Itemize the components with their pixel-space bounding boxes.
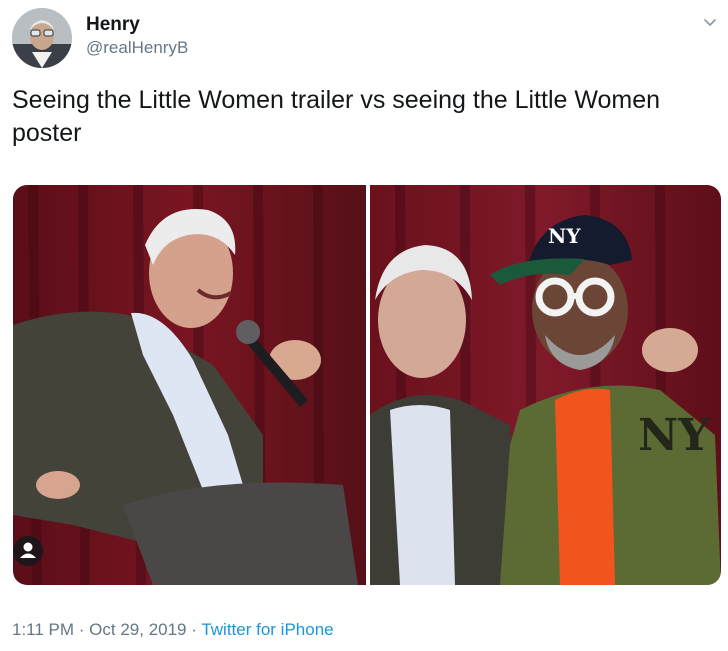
- tweet-time[interactable]: 1:11 PM: [12, 620, 74, 639]
- avatar-image: [12, 8, 72, 68]
- tweet-meta: 1:11 PM · Oct 29, 2019 · Twitter for iPh…: [12, 619, 334, 641]
- tweet-date[interactable]: Oct 29, 2019: [89, 620, 186, 639]
- photo-right[interactable]: NY NY: [370, 185, 721, 585]
- photo-left[interactable]: [13, 185, 366, 585]
- avatar[interactable]: [12, 8, 72, 68]
- tweet-source-link[interactable]: Twitter for iPhone: [201, 620, 333, 639]
- author-handle[interactable]: @realHenryB: [86, 38, 188, 58]
- svg-text:NY: NY: [638, 410, 710, 461]
- meta-separator: ·: [186, 620, 202, 639]
- photo-laughing-man-microphone: [13, 185, 366, 585]
- tweet-text: Seeing the Little Women trailer vs seein…: [12, 86, 661, 147]
- author-name[interactable]: Henry: [86, 14, 140, 36]
- person-icon[interactable]: [13, 536, 43, 566]
- tweet-card: Henry @realHenryB Seeing the Little Wome…: [0, 0, 728, 651]
- photo-two-men-posing: NY NY: [370, 185, 721, 585]
- meta-separator: ·: [74, 620, 90, 639]
- chevron-down-icon[interactable]: [700, 12, 720, 32]
- media-grid: NY NY: [13, 185, 721, 585]
- svg-text:NY: NY: [548, 224, 581, 248]
